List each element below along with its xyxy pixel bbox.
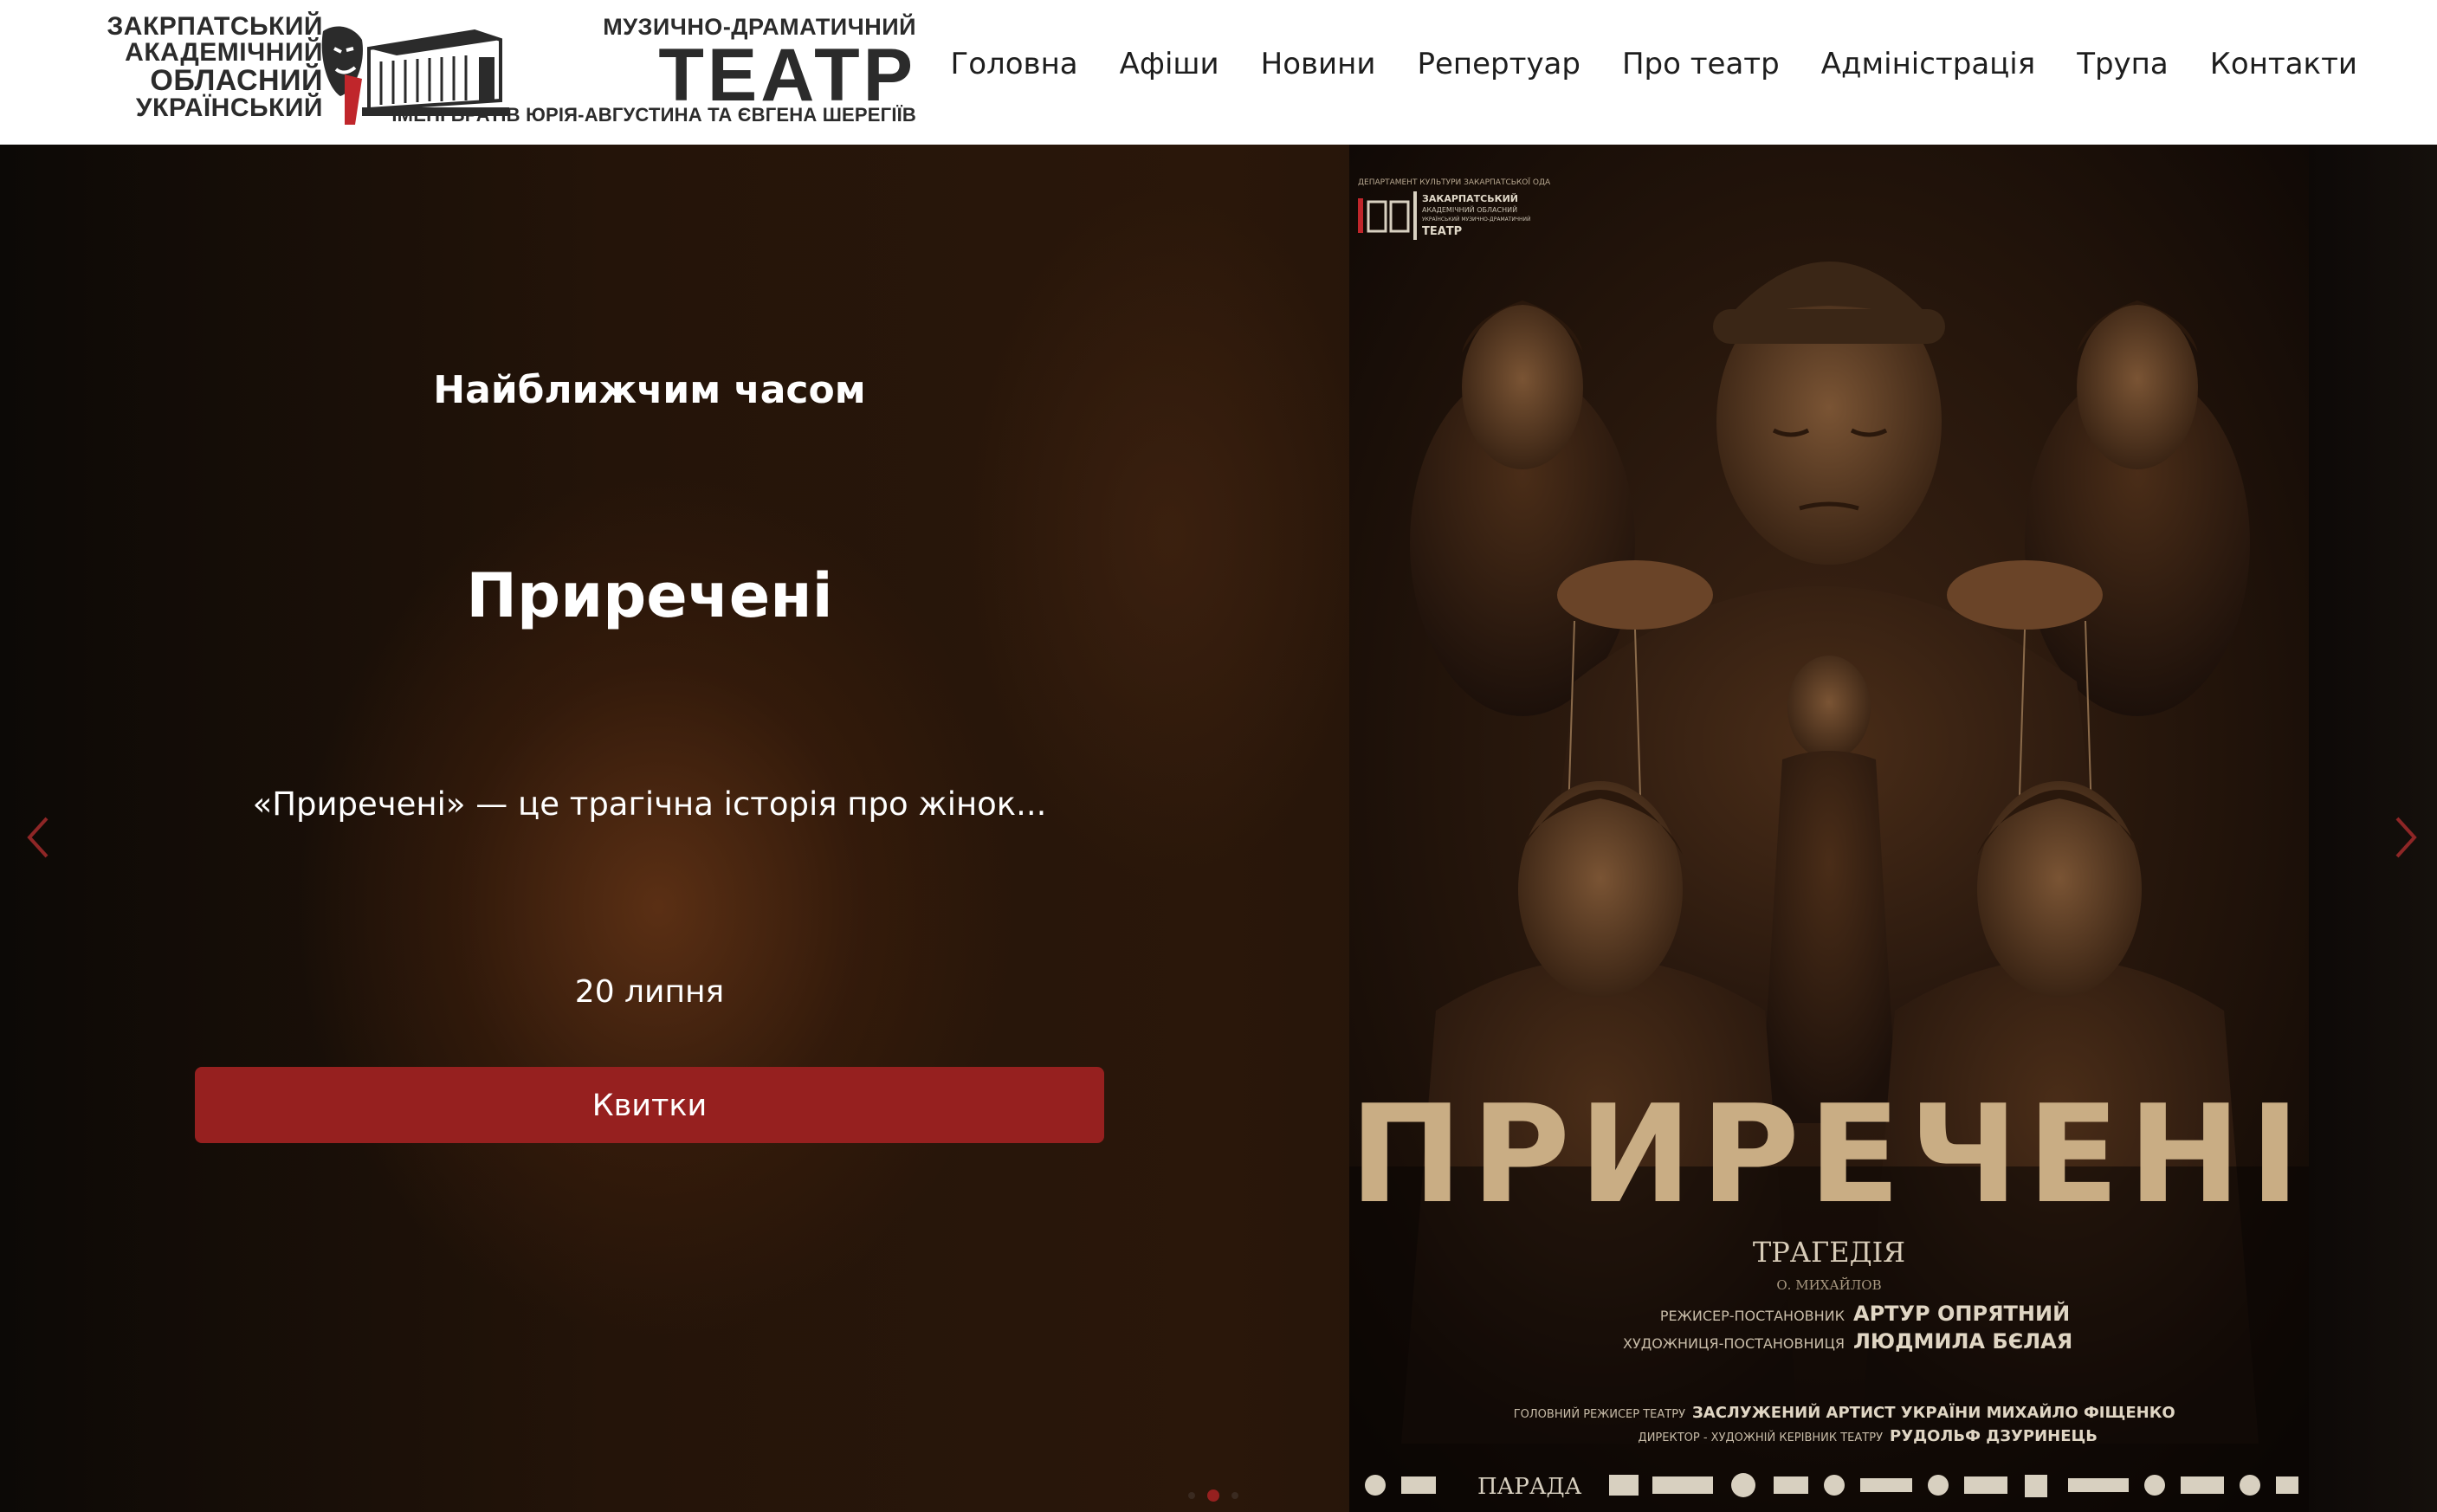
event-title: Приречені (466, 560, 833, 631)
slider-dot-1[interactable] (1188, 1492, 1195, 1499)
poster-top-text: ДЕПАРТАМЕНТ КУЛЬТУРИ ЗАКАРПАТСЬКОЇ ОДА (1358, 178, 1551, 187)
poster-credit-chief-name: ЗАСЛУЖЕНИЙ АРТИСТ УКРАЇНИ МИХАЙЛО ФІЩЕНК… (1692, 1403, 2175, 1422)
poster-credit-director-role: РЕЖИСЕР-ПОСТАНОВНИК (1660, 1308, 1846, 1324)
poster-title: ПРИРЕЧЕНІ (1349, 1076, 2309, 1233)
poster-logo-line-3: УКРАЇНСЬКИЙ МУЗИЧНО-ДРАМАТИЧНИЙ (1422, 216, 1531, 223)
nav-administration[interactable]: Адміністрація (1821, 47, 2036, 81)
logo-line-4: УКРАЇНСЬКИЙ (135, 94, 323, 122)
event-poster[interactable]: ДЕПАРТАМЕНТ КУЛЬТУРИ ЗАКАРПАТСЬКОЇ ОДА З… (1349, 145, 2309, 1512)
nav-posters[interactable]: Афіши (1120, 47, 1219, 81)
logo-line-2: АКАДЕМІЧНИЙ (125, 38, 323, 67)
poster-credit-designer-role: ХУДОЖНИЦЯ-ПОСТАНОВНИЦЯ (1623, 1335, 1845, 1352)
theatre-logo[interactable]: ЗАКРПАТСЬКИЙ АКАДЕМІЧНИЙ ОБЛАСНИЙ УКРАЇН… (85, 14, 915, 128)
site-header: ЗАКРПАТСЬКИЙ АКАДЕМІЧНИЙ ОБЛАСНИЙ УКРАЇН… (0, 0, 2437, 145)
hero-slider: Найближчим часом Приречені «Приречені» —… (0, 145, 2437, 1512)
poster-credit-chief-role: ГОЛОВНИЙ РЕЖИСЕР ТЕАТРУ (1514, 1407, 1685, 1421)
event-description: «Приречені» — це трагічна історія про жі… (252, 785, 1047, 823)
slider-dot-3[interactable] (1231, 1492, 1238, 1499)
event-date: 20 липня (574, 974, 725, 1010)
nav-troupe[interactable]: Трупа (2077, 47, 2169, 81)
poster-logo-line-1: ЗАКАРПАТСЬКИЙ (1422, 193, 1518, 204)
slider-dots (1188, 1489, 1238, 1502)
poster-credit-head-name: РУДОЛЬФ ДЗУРИНЕЦЬ (1890, 1427, 2098, 1445)
tickets-button[interactable]: Квитки (195, 1067, 1104, 1143)
main-nav: Головна Афіши Новини Репертуар Про театр… (908, 47, 2357, 81)
poster-logo-line-2: АКАДЕМІЧНИЙ ОБЛАСНИЙ (1422, 204, 1517, 214)
nav-repertoire[interactable]: Репертуар (1417, 47, 1580, 81)
logo-left-text: ЗАКРПАТСЬКИЙ АКАДЕМІЧНИЙ ОБЛАСНИЙ УКРАЇН… (85, 14, 323, 121)
logo-big-text: ТЕАТР (658, 34, 916, 117)
logo-line-3: ОБЛАСНИЙ (150, 64, 323, 97)
chevron-right-icon[interactable] (2389, 811, 2423, 863)
nav-home[interactable]: Головна (950, 47, 1077, 81)
poster-credit-head-role: ДИРЕКТОР - ХУДОЖНІЙ КЕРІВНИК ТЕАТРУ (1639, 1431, 1884, 1444)
poster-author: О. МИХАЙЛОВ (1776, 1276, 1881, 1293)
nav-news[interactable]: Новини (1261, 47, 1376, 81)
poster-credit-director-name: АРТУР ОПРЯТНИЙ (1853, 1301, 2070, 1326)
logo-bottom-text: ІМЕНІ БРАТІВ ЮРІЯ-АВГУСТИНА ТА ЄВГЕНА ШЕ… (391, 104, 916, 126)
logo-line-1: ЗАКРПАТСЬКИЙ (107, 12, 323, 41)
event-subtitle: Найближчим часом (433, 368, 866, 412)
slider-dot-2[interactable] (1207, 1489, 1219, 1502)
poster-credit-designer-name: ЛЮДМИЛА БЄЛАЯ (1853, 1329, 2072, 1354)
poster-logo-line-4: ТЕАТР (1422, 225, 1462, 238)
nav-contacts[interactable]: Контакти (2210, 47, 2357, 81)
nav-about[interactable]: Про театр (1622, 47, 1780, 81)
chevron-left-icon[interactable] (21, 811, 55, 863)
poster-artwork: ДЕПАРТАМЕНТ КУЛЬТУРИ ЗАКАРПАТСЬКОЇ ОДА З… (1349, 145, 2309, 1512)
poster-sponsor-parada: ПАРАДА (1477, 1474, 1582, 1500)
poster-genre: ТРАГЕДІЯ (1753, 1236, 1905, 1269)
